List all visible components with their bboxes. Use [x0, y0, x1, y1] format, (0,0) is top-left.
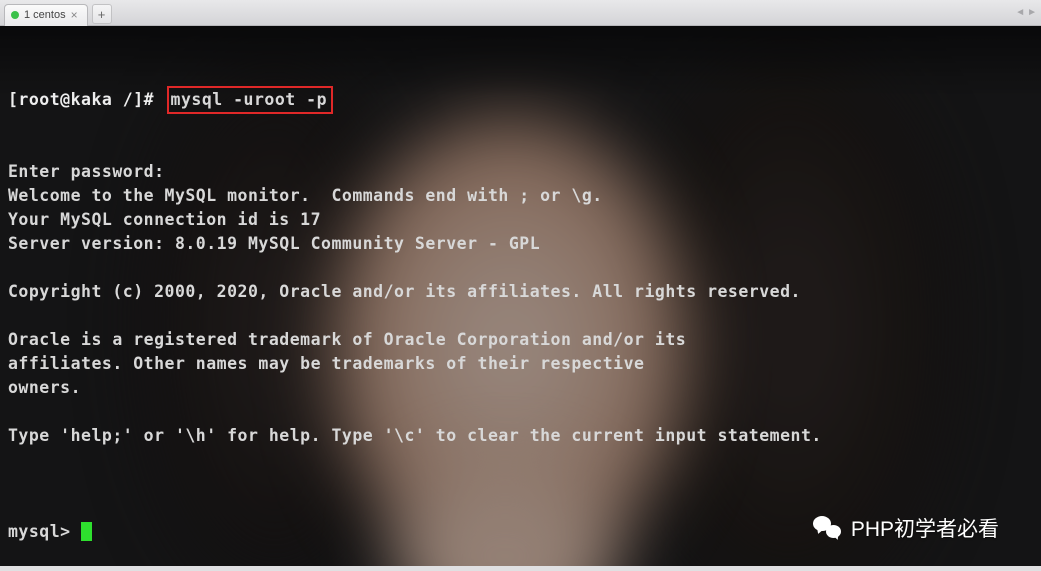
status-dot-icon: [11, 11, 19, 19]
close-tab-button[interactable]: ×: [71, 9, 81, 21]
watermark-text: PHP初学者必看: [851, 513, 999, 543]
tab-arrow-right-icon[interactable]: ►: [1027, 7, 1037, 18]
terminal[interactable]: [root@kaka /]# mysql -uroot -p Enter pas…: [0, 26, 1041, 571]
terminal-output-line: affiliates. Other names may be trademark…: [8, 352, 1033, 376]
terminal-output-line: Oracle is a registered trademark of Orac…: [8, 328, 1033, 352]
mysql-prompt: mysql>: [8, 520, 81, 544]
tab-bar: 1 centos × + ◄ ►: [0, 0, 1041, 26]
terminal-output-line: Enter password:: [8, 160, 1033, 184]
terminal-output-line: Server version: 8.0.19 MySQL Community S…: [8, 232, 1033, 256]
shell-prompt: [root@kaka /]#: [8, 88, 165, 112]
terminal-output-line: [8, 448, 1033, 472]
terminal-output-line: [8, 400, 1033, 424]
command-highlight: mysql -uroot -p: [167, 86, 334, 114]
terminal-output-line: Type 'help;' or '\h' for help. Type '\c'…: [8, 424, 1033, 448]
add-tab-button[interactable]: +: [92, 4, 112, 24]
terminal-output-line: owners.: [8, 376, 1033, 400]
terminal-prompt-line: [root@kaka /]# mysql -uroot -p: [8, 88, 1033, 112]
terminal-output-line: Welcome to the MySQL monitor. Commands e…: [8, 184, 1033, 208]
wechat-icon: [813, 516, 841, 540]
horizontal-scrollbar[interactable]: [0, 566, 1041, 571]
terminal-output-line: [8, 304, 1033, 328]
tab-centos[interactable]: 1 centos ×: [4, 4, 88, 26]
tab-arrow-left-icon[interactable]: ◄: [1015, 7, 1025, 18]
tab-nav-arrows: ◄ ►: [1015, 7, 1037, 18]
watermark: PHP初学者必看: [813, 513, 999, 543]
cursor-icon: [81, 522, 92, 541]
terminal-output-line: [8, 256, 1033, 280]
terminal-output-line: Copyright (c) 2000, 2020, Oracle and/or …: [8, 280, 1033, 304]
terminal-output-line: Your MySQL connection id is 17: [8, 208, 1033, 232]
tab-label: 1 centos: [24, 9, 66, 21]
terminal-container: [root@kaka /]# mysql -uroot -p Enter pas…: [0, 26, 1041, 571]
